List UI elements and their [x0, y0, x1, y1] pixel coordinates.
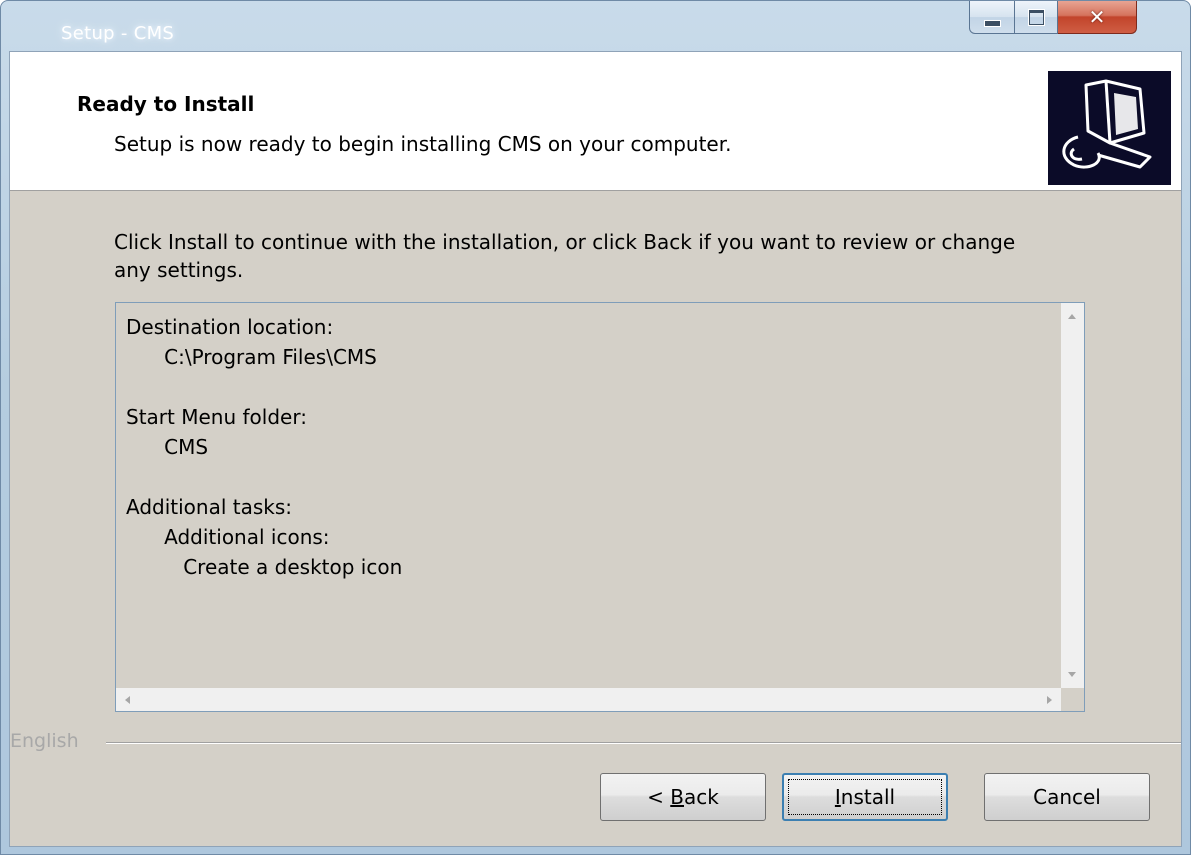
footer-separator: [106, 742, 1181, 744]
cancel-button-label: Cancel: [1033, 785, 1101, 809]
scroll-down-icon[interactable]: [1068, 672, 1076, 677]
back-button[interactable]: < Back: [600, 773, 766, 821]
caption-buttons: ✕: [969, 1, 1137, 39]
back-button-rest: ack: [684, 785, 719, 809]
vertical-scrollbar[interactable]: [1061, 303, 1084, 688]
wizard-header: Ready to Install Setup is now ready to b…: [10, 52, 1181, 191]
scroll-up-icon[interactable]: [1068, 314, 1076, 319]
focus-rectangle: [788, 779, 942, 815]
minimize-icon: [983, 19, 1001, 27]
summary-text: Destination location: C:\Program Files\C…: [126, 315, 403, 579]
language-label: English: [10, 730, 85, 752]
back-button-accel: B: [670, 785, 684, 809]
wizard-client-area: Ready to Install Setup is now ready to b…: [9, 51, 1182, 847]
page-subtitle: Setup is now ready to begin installing C…: [114, 132, 732, 156]
cancel-button[interactable]: Cancel: [984, 773, 1150, 821]
close-icon: ✕: [1088, 5, 1106, 29]
window-title: Setup - CMS: [61, 23, 175, 44]
scroll-right-icon[interactable]: [1047, 696, 1052, 704]
scroll-left-icon[interactable]: [125, 696, 130, 704]
maximize-button[interactable]: [1015, 1, 1058, 34]
back-button-prefix: <: [647, 785, 671, 809]
close-button[interactable]: ✕: [1058, 1, 1137, 34]
page-title: Ready to Install: [77, 92, 255, 116]
minimize-button[interactable]: [969, 1, 1015, 34]
title-bar[interactable]: Setup - CMS ✕: [1, 1, 1190, 51]
maximize-icon: [1027, 8, 1045, 26]
summary-memo[interactable]: Destination location: C:\Program Files\C…: [115, 302, 1085, 712]
scrollbar-corner: [1061, 688, 1084, 711]
horizontal-scrollbar[interactable]: [116, 688, 1061, 711]
setup-window: Setup - CMS ✕ Ready to Install Setup is …: [0, 0, 1191, 855]
computer-install-icon: [1048, 71, 1171, 185]
install-button[interactable]: Install: [782, 773, 948, 821]
instruction-text: Click Install to continue with the insta…: [114, 230, 1016, 282]
